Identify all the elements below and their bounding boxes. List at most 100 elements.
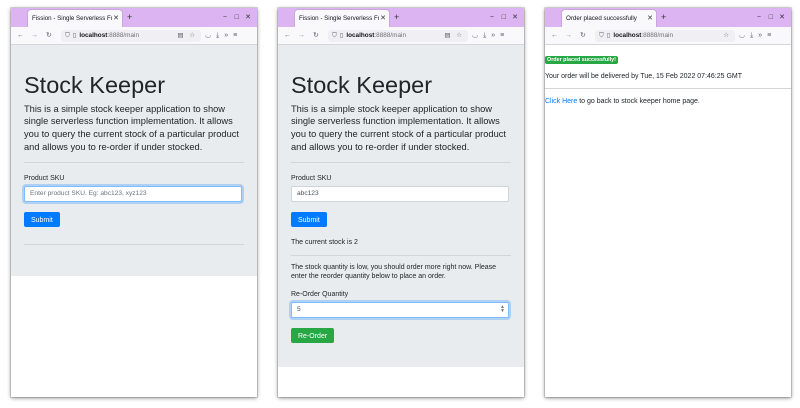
reload-icon[interactable]: ↻	[46, 27, 52, 45]
hamburger-menu-icon[interactable]: ≡	[767, 32, 776, 39]
reload-icon[interactable]: ↻	[313, 27, 319, 45]
divider	[291, 254, 511, 256]
arrow-left-icon[interactable]: ←	[284, 27, 291, 45]
reorder-button[interactable]: Re-Order	[291, 327, 335, 343]
new-tab-icon[interactable]: +	[394, 8, 399, 27]
tab-active[interactable]: Fission - Single Serverless Fu ✕	[28, 10, 122, 27]
url-bar[interactable]: ⛉ ▯ localhost:8888/main ▤ ☆	[61, 30, 201, 42]
url-path: :8888/main	[641, 32, 674, 39]
page-icon: ▯	[339, 32, 344, 39]
pocket-icon[interactable]: ◡	[739, 32, 750, 39]
close-window-icon[interactable]: ✕	[245, 8, 251, 27]
download-icon[interactable]: ⤓	[216, 32, 224, 39]
reorder-quantity-input[interactable]: 5 ▲ ▼	[291, 301, 509, 318]
link-suffix-text: to go back to stock keeper home page.	[577, 97, 700, 105]
page-title: Stock Keeper	[24, 72, 166, 98]
tab-title: Fission - Single Serverless Fu	[299, 15, 379, 22]
close-tab-icon[interactable]: ✕	[380, 10, 386, 27]
close-window-icon[interactable]: ✕	[779, 8, 785, 27]
nav-bar: ← → ↻ ⛉ ▯ localhost:8888/main ▤ ☆ ◡⤓»≡	[278, 27, 524, 45]
divider	[24, 244, 244, 246]
browser-window-3: Order placed successfully ✕ + − □ ✕ ← → …	[545, 8, 791, 397]
new-tab-icon[interactable]: +	[661, 8, 666, 27]
arrow-right-icon[interactable]: →	[31, 27, 38, 45]
low-stock-text: The stock quantity is low, you should or…	[291, 263, 497, 281]
sku-input[interactable]: abc123	[291, 186, 509, 203]
url-host: localhost	[613, 32, 642, 39]
tab-bar: Fission - Single Serverless Fu ✕ + − □ ✕	[11, 8, 257, 27]
page-content: Stock Keeper This is a simple stock keep…	[11, 45, 257, 397]
shield-icon[interactable]: ⛉	[65, 32, 70, 39]
close-window-icon[interactable]: ✕	[512, 8, 518, 27]
sku-label: Product SKU	[291, 175, 332, 183]
arrow-right-icon[interactable]: →	[298, 27, 305, 45]
page-icon: ▯	[606, 32, 611, 39]
download-icon[interactable]: ⤓	[483, 32, 491, 39]
page-icon: ▯	[72, 32, 77, 39]
reorder-label: Re-Order Quantity	[291, 290, 349, 298]
page-content: Stock Keeper This is a simple stock keep…	[278, 45, 524, 397]
jumbotron: Stock Keeper This is a simple stock keep…	[278, 45, 524, 367]
reorder-value: 5	[297, 305, 301, 313]
tab-active[interactable]: Fission - Single Serverless Fu ✕	[295, 10, 389, 27]
url-path: :8888/main	[107, 32, 140, 39]
new-tab-icon[interactable]: +	[127, 8, 132, 27]
tab-title: Fission - Single Serverless Fu	[32, 15, 112, 22]
url-bar[interactable]: ⛉ ▯ localhost:8888/main ☆	[595, 30, 735, 42]
sku-placeholder: Enter product SKU. Eg: abc123, xyz123	[30, 190, 147, 198]
submit-button[interactable]: Submit	[291, 212, 327, 228]
arrow-left-icon[interactable]: ←	[551, 27, 558, 45]
submit-button[interactable]: Submit	[24, 212, 60, 228]
close-tab-icon[interactable]: ✕	[113, 10, 119, 27]
reader-view-icon[interactable]: ▤	[177, 32, 185, 39]
hamburger-menu-icon[interactable]: ≡	[233, 32, 242, 39]
chevrons-right-icon[interactable]: »	[758, 32, 767, 39]
reload-icon[interactable]: ↻	[580, 27, 586, 45]
tab-title: Order placed successfully	[566, 15, 637, 22]
star-icon[interactable]: ☆	[723, 32, 731, 39]
back-link-line: Click Here to go back to stock keeper ho…	[545, 97, 791, 107]
click-here-link[interactable]: Click Here	[545, 98, 577, 105]
arrow-left-icon[interactable]: ←	[17, 27, 24, 45]
pocket-icon[interactable]: ◡	[472, 32, 483, 39]
divider	[291, 162, 511, 164]
star-icon[interactable]: ☆	[189, 32, 197, 39]
chevrons-right-icon[interactable]: »	[224, 32, 233, 39]
shield-icon[interactable]: ⛉	[599, 32, 604, 39]
minimize-icon[interactable]: −	[223, 8, 227, 27]
tab-bar: Order placed successfully ✕ + − □ ✕	[545, 8, 791, 27]
close-tab-icon[interactable]: ✕	[647, 10, 653, 27]
divider	[24, 162, 244, 164]
stock-text: The current stock is 2	[291, 239, 358, 247]
url-host: localhost	[79, 32, 108, 39]
chevrons-right-icon[interactable]: »	[491, 32, 500, 39]
sku-label: Product SKU	[24, 175, 65, 183]
url-host: localhost	[346, 32, 375, 39]
delivery-text: Your order will be delivered by Tue, 15 …	[545, 73, 743, 80]
download-icon[interactable]: ⤓	[750, 32, 758, 39]
pocket-icon[interactable]: ◡	[205, 32, 216, 39]
lead-text: This is a simple stock keeper applicatio…	[291, 103, 506, 152]
url-bar[interactable]: ⛉ ▯ localhost:8888/main ▤ ☆	[328, 30, 468, 42]
tab-bar: Fission - Single Serverless Fu ✕ + − □ ✕	[278, 8, 524, 27]
reader-view-icon[interactable]: ▤	[444, 32, 452, 39]
url-path: :8888/main	[374, 32, 407, 39]
maximize-icon[interactable]: □	[769, 8, 773, 27]
jumbotron: Stock Keeper This is a simple stock keep…	[11, 45, 257, 276]
minimize-icon[interactable]: −	[490, 8, 494, 27]
maximize-icon[interactable]: □	[235, 8, 239, 27]
tab-active[interactable]: Order placed successfully ✕	[562, 10, 656, 27]
shield-icon[interactable]: ⛉	[332, 32, 337, 39]
minimize-icon[interactable]: −	[757, 8, 761, 27]
maximize-icon[interactable]: □	[502, 8, 506, 27]
sku-input[interactable]: Enter product SKU. Eg: abc123, xyz123	[24, 186, 242, 203]
hamburger-menu-icon[interactable]: ≡	[500, 32, 509, 39]
success-badge: Order placed successfully!	[545, 56, 618, 64]
page-title: Stock Keeper	[291, 72, 433, 98]
nav-bar: ← → ↻ ⛉ ▯ localhost:8888/main ▤ ☆ ◡⤓»≡	[11, 27, 257, 45]
divider	[545, 87, 791, 89]
star-icon[interactable]: ☆	[456, 32, 464, 39]
page-content: Order placed successfully! Your order wi…	[545, 45, 791, 397]
arrow-right-icon[interactable]: →	[565, 27, 572, 45]
stepper-arrows-icon[interactable]: ▲ ▼	[500, 304, 505, 313]
